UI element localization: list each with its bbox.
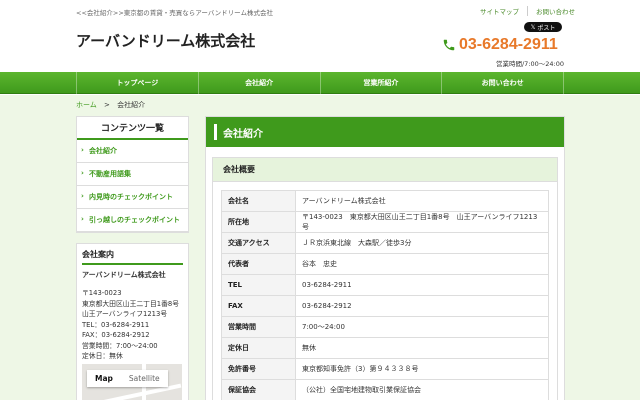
table-row: 交通アクセス ＪＲ京浜東北線 大森駅／徒歩3分 <box>221 232 549 254</box>
contents-menu: コンテンツ一覧 会社紹介 不動産用語集 内見時のチェックポイント 引っ越しのチェ… <box>76 116 189 233</box>
row-value: 無休 <box>295 337 549 359</box>
table-row: 会社名 アーバンドリーム株式会社 <box>221 190 549 212</box>
row-value: ＪＲ京浜東北線 大森駅／徒歩3分 <box>295 232 549 254</box>
section-title: 会社概要 <box>213 158 557 182</box>
table-row: FAX 03-6284-2912 <box>221 295 549 317</box>
sitemap-link[interactable]: サイトマップ <box>472 6 527 16</box>
map-button[interactable]: Map <box>87 370 121 387</box>
nav-company[interactable]: 会社紹介 <box>197 72 320 94</box>
info-line: 東京都大田区山王二丁目1番8号 <box>82 299 180 308</box>
row-label: FAX <box>221 295 296 317</box>
row-value: 東京都知事免許（3）第９４３３８号 <box>295 358 549 380</box>
sidebar: コンテンツ一覧 会社紹介 不動産用語集 内見時のチェックポイント 引っ越しのチェ… <box>76 116 189 400</box>
row-value: 7:00～24:00 <box>295 316 549 338</box>
top-links: サイトマップ お問い合わせ <box>472 6 583 16</box>
table-row: 保証協会 （公社）全国宅地建物取引業保証協会 <box>221 379 549 400</box>
row-value: 谷本 忠史 <box>295 253 549 275</box>
breadcrumb-current: 会社紹介 <box>117 101 146 109</box>
site-logo[interactable]: アーバンドリーム株式会社 <box>76 30 255 51</box>
page-title: 会社紹介 <box>206 117 564 147</box>
company-name: アーバンドリーム株式会社 <box>82 271 166 279</box>
nav-top[interactable]: トップページ <box>76 72 198 94</box>
nav-contact[interactable]: お問い合わせ <box>441 72 564 94</box>
sidebar-item-company[interactable]: 会社紹介 <box>77 140 188 163</box>
table-row: 所在地 〒143-0023 東京都大田区山王二丁目1番8号 山王アーバンライフ12… <box>221 211 549 233</box>
row-value: 〒143-0023 東京都大田区山王二丁目1番8号 山王アーバンライフ1213号 <box>295 211 549 233</box>
info-line: 営業時間：7:00～24:00 <box>82 341 158 350</box>
row-label: 免許番号 <box>221 358 296 380</box>
info-line: FAX：03-6284-2912 <box>82 331 150 339</box>
table-row: 代表者 谷本 忠史 <box>221 253 549 275</box>
row-label: 会社名 <box>221 190 296 212</box>
row-label: 定休日 <box>221 337 296 359</box>
row-label: 所在地 <box>221 211 296 233</box>
company-info-title: 会社案内 <box>82 249 183 265</box>
row-value: （公社）全国宅地建物取引業保証協会 <box>295 379 549 400</box>
breadcrumb-separator: > <box>104 101 110 109</box>
breadcrumb: ホーム > 会社紹介 <box>76 100 145 110</box>
post-label: ポスト <box>537 24 556 32</box>
company-overview-section: 会社概要 会社名 アーバンドリーム株式会社 所在地 〒143-0023 東京都大田区… <box>212 157 558 400</box>
main-content: 会社紹介 会社概要 会社名 アーバンドリーム株式会社 所在地 〒143-0023 東… <box>205 116 565 400</box>
info-line: 〒143-0023 <box>82 289 122 297</box>
company-info-box: 会社案内 アーバンドリーム株式会社 〒143-0023 東京都大田区山王二丁目1… <box>76 243 189 400</box>
sidebar-item-moving-checkpoints[interactable]: 引っ越しのチェックポイント <box>77 209 188 232</box>
x-post-button[interactable]: 𝕏 ポスト <box>524 22 562 32</box>
satellite-button[interactable]: Satellite <box>121 370 168 387</box>
row-value: 03-6284-2912 <box>295 295 549 317</box>
contents-title: コンテンツ一覧 <box>77 117 188 140</box>
row-label: TEL <box>221 274 296 296</box>
company-overview-table: 会社名 アーバンドリーム株式会社 所在地 〒143-0023 東京都大田区山王二丁目… <box>221 190 549 400</box>
nav-offices[interactable]: 営業所紹介 <box>319 72 442 94</box>
info-line: 山王アーバンライフ1213号 <box>82 310 168 318</box>
site-tagline: <<会社紹介>>東京都の賃貸・売買ならアーバンドリーム株式会社 <box>76 9 273 17</box>
row-label: 営業時間 <box>221 316 296 338</box>
map-type-toggle: Map Satellite <box>87 370 168 387</box>
global-nav: トップページ 会社紹介 営業所紹介 お問い合わせ <box>0 72 640 94</box>
info-line: 定休日：無休 <box>82 352 123 360</box>
phone-icon <box>443 39 455 51</box>
row-label: 交通アクセス <box>221 232 296 254</box>
row-value: 03-6284-2911 <box>295 274 549 296</box>
breadcrumb-home[interactable]: ホーム <box>76 101 97 109</box>
table-row: 免許番号 東京都知事免許（3）第９４３３８号 <box>221 358 549 380</box>
table-row: 営業時間 7:00～24:00 <box>221 316 549 338</box>
phone-number[interactable]: 03-6284-2911 <box>459 36 558 54</box>
sidebar-item-glossary[interactable]: 不動産用語集 <box>77 163 188 186</box>
phone-block: 03-6284-2911 <box>442 36 558 54</box>
contact-link[interactable]: お問い合わせ <box>527 6 583 16</box>
embedded-map[interactable]: Map Satellite <box>82 364 182 400</box>
row-label: 代表者 <box>221 253 296 275</box>
table-row: 定休日 無休 <box>221 337 549 359</box>
business-hours: 営業時間/7:00～24:00 <box>495 60 564 68</box>
table-row: TEL 03-6284-2911 <box>221 274 549 296</box>
row-label: 保証協会 <box>221 379 296 400</box>
sidebar-item-viewing-checkpoints[interactable]: 内見時のチェックポイント <box>77 186 188 209</box>
x-logo-icon: 𝕏 <box>530 23 536 31</box>
row-value: アーバンドリーム株式会社 <box>295 190 549 212</box>
info-line: TEL：03-6284-2911 <box>82 320 150 329</box>
